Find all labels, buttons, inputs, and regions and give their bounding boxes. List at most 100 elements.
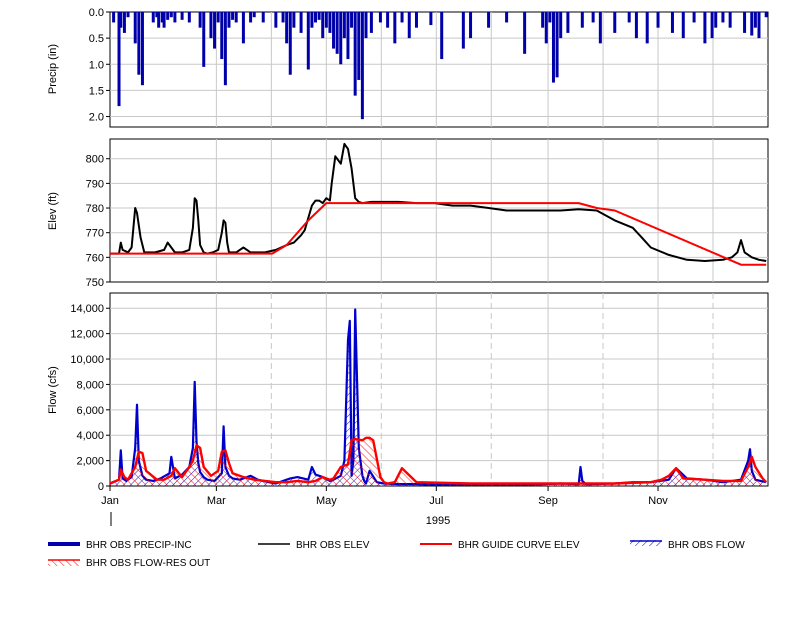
flow-y-tick-label: 6,000 xyxy=(76,405,104,417)
precip-panel-frame xyxy=(109,11,769,128)
precip-y-tick-label: 1.0 xyxy=(89,59,104,71)
precip-bar xyxy=(209,12,213,39)
precip-bar xyxy=(703,12,707,44)
precip-bar xyxy=(346,12,350,60)
precip-bar xyxy=(681,12,685,39)
precip-bar xyxy=(213,12,217,49)
x-tick-label: Jul xyxy=(429,495,443,507)
legend-label-precip: BHR OBS PRECIP-INC xyxy=(86,540,192,551)
precip-bar xyxy=(551,12,555,83)
precip-bar xyxy=(317,12,321,20)
precip-bar xyxy=(292,12,296,28)
elev-y-axis-title: Elev (ft) xyxy=(47,192,59,230)
legend-item-guide-curve: BHR GUIDE CURVE ELEV xyxy=(420,540,580,551)
legend-item-precip: BHR OBS PRECIP-INC xyxy=(48,540,192,551)
precip-bar xyxy=(634,12,638,39)
x-axis-year-label: 1995 xyxy=(426,515,450,527)
precip-bar xyxy=(310,12,314,28)
legend-item-obs-elev: BHR OBS ELEV xyxy=(258,540,370,551)
precip-bar xyxy=(750,12,754,36)
precip-bar xyxy=(505,12,509,23)
precip-bar xyxy=(627,12,631,23)
precip-bar xyxy=(613,12,617,33)
precip-bar xyxy=(743,12,747,33)
precip-bar xyxy=(461,12,465,49)
flow-y-tick-label: 4,000 xyxy=(76,430,104,442)
precip-bar xyxy=(137,12,141,75)
precip-bar xyxy=(757,12,761,39)
flow-y-tick-label: 10,000 xyxy=(70,354,104,366)
precip-bar xyxy=(670,12,674,33)
data-layer xyxy=(110,12,768,486)
precip-bar xyxy=(249,12,253,23)
precip-bar xyxy=(591,12,595,23)
precip-bar xyxy=(220,12,224,60)
elev-y-tick-label: 780 xyxy=(86,203,104,215)
precip-bar xyxy=(140,12,144,86)
precip-bar xyxy=(299,12,303,33)
precip-bar xyxy=(414,12,418,28)
precip-bar xyxy=(231,12,235,20)
precip-bar xyxy=(353,12,357,96)
elev-series-group xyxy=(110,142,767,266)
precip-bar xyxy=(285,12,289,44)
precip-y-axis-title: Precip (in) xyxy=(47,44,59,94)
chart-canvas: Jan Mar May Jul Sep Nov 0.0 0.5 1.0 1.5 2.0 750 760 7… xyxy=(47,7,769,569)
precip-bar xyxy=(469,12,473,39)
precip-bar xyxy=(261,12,265,23)
precip-bar xyxy=(202,12,206,67)
precip-bar xyxy=(314,12,318,23)
precip-bar xyxy=(360,12,364,120)
precip-bar xyxy=(252,12,256,18)
precip-bar xyxy=(119,12,123,28)
precip-bar xyxy=(645,12,649,44)
legend: BHR OBS PRECIP-INC BHR OBS ELEV BHR GUID… xyxy=(48,540,745,569)
precip-bar xyxy=(288,12,292,75)
precip-bar xyxy=(393,12,397,44)
flow-y-tick-label: 12,000 xyxy=(70,329,104,341)
precip-bar xyxy=(173,12,177,23)
precip-bar xyxy=(487,12,491,28)
precip-bar xyxy=(357,12,361,80)
precip-bar xyxy=(440,12,444,60)
precip-bar xyxy=(710,12,714,39)
precip-bar xyxy=(274,12,278,28)
elev-y-tick-label: 800 xyxy=(86,154,104,166)
elev-panel-frame xyxy=(109,138,769,283)
precip-bar xyxy=(335,12,339,54)
legend-label-obs-flow: BHR OBS FLOW xyxy=(668,540,745,551)
x-tick-label: Jan xyxy=(101,495,119,507)
precip-bar xyxy=(378,12,382,23)
precip-bar xyxy=(541,12,545,28)
flow-y-tick-label: 8,000 xyxy=(76,379,104,391)
precip-bar xyxy=(753,12,757,28)
precip-bar xyxy=(369,12,373,33)
precip-bar xyxy=(332,12,336,49)
precip-bar xyxy=(342,12,346,39)
precip-bar xyxy=(429,12,433,26)
precip-bar xyxy=(566,12,570,33)
x-tick-label: May xyxy=(316,495,337,507)
precip-bar xyxy=(126,12,130,18)
precip-bar xyxy=(407,12,411,39)
flow-series-group xyxy=(110,308,768,486)
grid-layer xyxy=(110,12,768,486)
precip-bar xyxy=(321,12,325,39)
obs-flow-line xyxy=(110,308,767,486)
precip-bar xyxy=(241,12,245,44)
elev-y-tick-label: 770 xyxy=(86,228,104,240)
precip-bar xyxy=(112,12,116,23)
precip-bar xyxy=(523,12,527,54)
elev-y-tick-label: 790 xyxy=(86,178,104,190)
legend-item-res-out: BHR OBS FLOW-RES OUT xyxy=(48,558,210,569)
precip-bar xyxy=(656,12,660,28)
precip-bar xyxy=(764,12,768,18)
precip-bar xyxy=(166,12,170,20)
flow-y-tick-label: 14,000 xyxy=(70,303,104,315)
precip-bar xyxy=(714,12,718,28)
precip-bar xyxy=(122,12,126,33)
precip-bar xyxy=(151,12,155,23)
flow-y-tick-label: 2,000 xyxy=(76,456,104,468)
precip-bar xyxy=(234,12,238,23)
precip-bar xyxy=(180,12,184,20)
